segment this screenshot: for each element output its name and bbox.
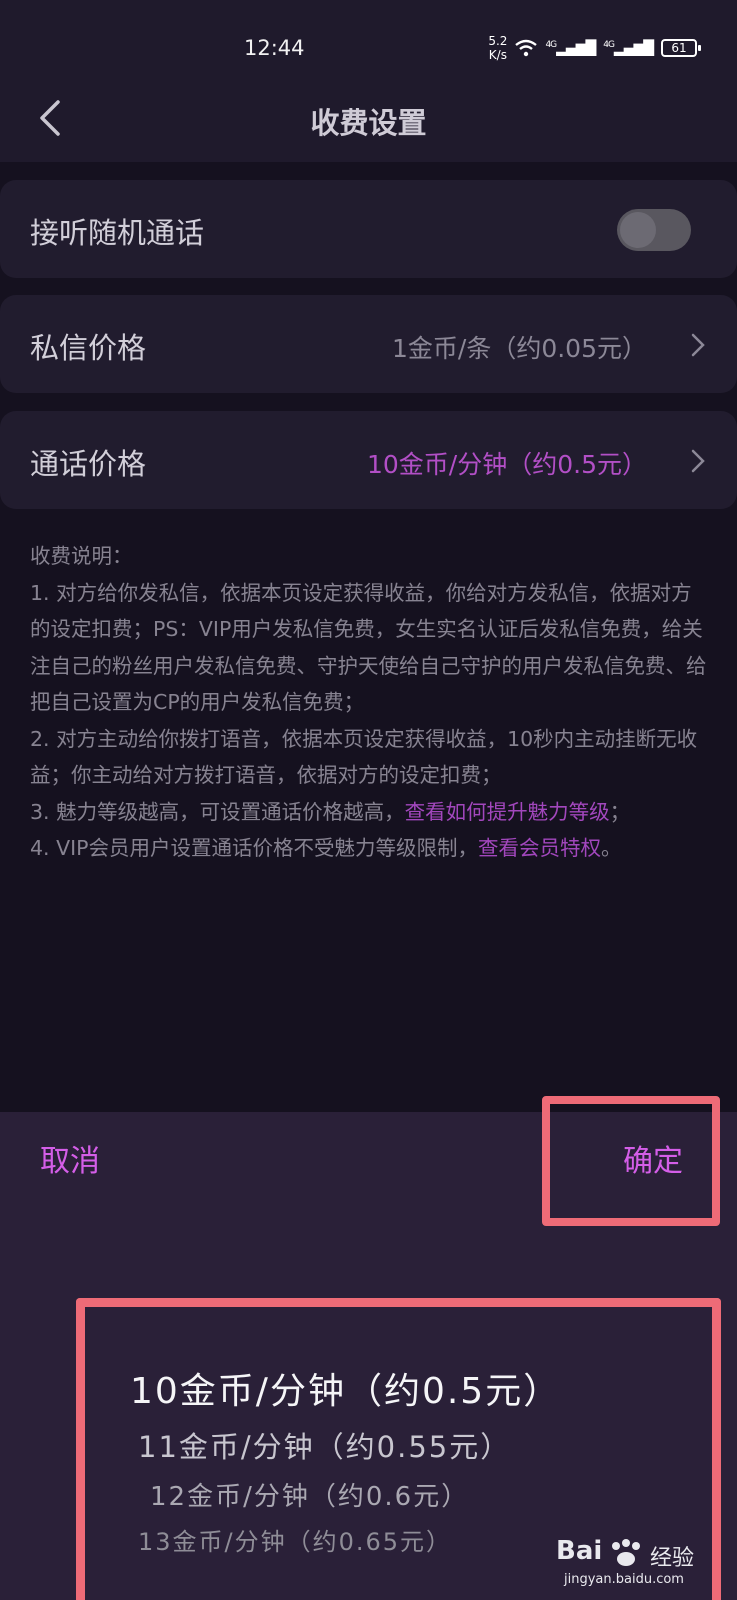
call-price-label: 通话价格 xyxy=(30,447,147,481)
chevron-right-icon xyxy=(691,333,705,357)
description-item: 2. 对方主动给你拨打语音，依据本页设定获得收益，10秒内主动挂断无收益；你主动… xyxy=(30,726,698,788)
toggle-knob xyxy=(620,212,656,248)
random-call-row: 接听随机通话 xyxy=(0,180,737,278)
description-item: 1. 对方给你发私信，依据本页设定获得收益，你给对方发私信，依据对方的设定扣费；… xyxy=(30,580,707,715)
message-price-label: 私信价格 xyxy=(30,331,147,365)
message-price-row[interactable]: 私信价格 1金币/条（约0.05元） xyxy=(0,295,737,393)
fee-description: 收费说明： 1. 对方给你发私信，依据本页设定获得收益，你给对方发私信，依据对方… xyxy=(30,538,710,867)
chevron-right-icon xyxy=(691,449,705,473)
call-price-value: 10金币/分钟（约0.5元） xyxy=(367,450,647,479)
battery-icon: 61 xyxy=(661,39,701,57)
watermark-url: jingyan.baidu.com xyxy=(564,1572,684,1587)
vip-privileges-link[interactable]: 查看会员特权 xyxy=(478,836,601,860)
status-icons: 5.2 K/s 4G▂▄▆█ 4G▂▄▆█ 61 xyxy=(488,34,701,62)
baidu-watermark: Bai 经验 jingyan.baidu.com xyxy=(556,1536,726,1600)
page-title: 收费设置 xyxy=(310,106,427,140)
confirm-highlight-box xyxy=(542,1096,720,1226)
message-price-value: 1金币/条（约0.05元） xyxy=(392,334,647,363)
cell-signal-icon: 4G▂▄▆█ xyxy=(603,39,654,57)
cancel-button[interactable]: 取消 xyxy=(40,1136,100,1180)
paw-icon xyxy=(612,1539,640,1566)
status-bar: 12:44 5.2 K/s 4G▂▄▆█ 4G▂▄▆█ 61 xyxy=(0,0,737,90)
status-time: 12:44 xyxy=(244,36,305,60)
call-price-row[interactable]: 通话价格 10金币/分钟（约0.5元） xyxy=(0,411,737,509)
cell-signal-icon: 4G▂▄▆█ xyxy=(545,39,596,57)
nav-bar: 收费设置 xyxy=(0,90,737,162)
wifi-icon xyxy=(515,39,538,57)
description-item: 4. VIP会员用户设置通话价格不受魅力等级限制，查看会员特权。 xyxy=(30,836,622,860)
watermark-suffix: 经验 xyxy=(650,1546,695,1571)
random-call-toggle[interactable] xyxy=(617,209,691,251)
description-title: 收费说明： xyxy=(30,544,133,568)
charm-level-link[interactable]: 查看如何提升魅力等级 xyxy=(405,800,610,824)
watermark-brand: Bai xyxy=(556,1536,603,1566)
network-speed: 5.2 K/s xyxy=(488,34,508,62)
random-call-label: 接听随机通话 xyxy=(30,216,205,250)
description-item: 3. 魅力等级越高，可设置通话价格越高，查看如何提升魅力等级； xyxy=(30,799,631,824)
